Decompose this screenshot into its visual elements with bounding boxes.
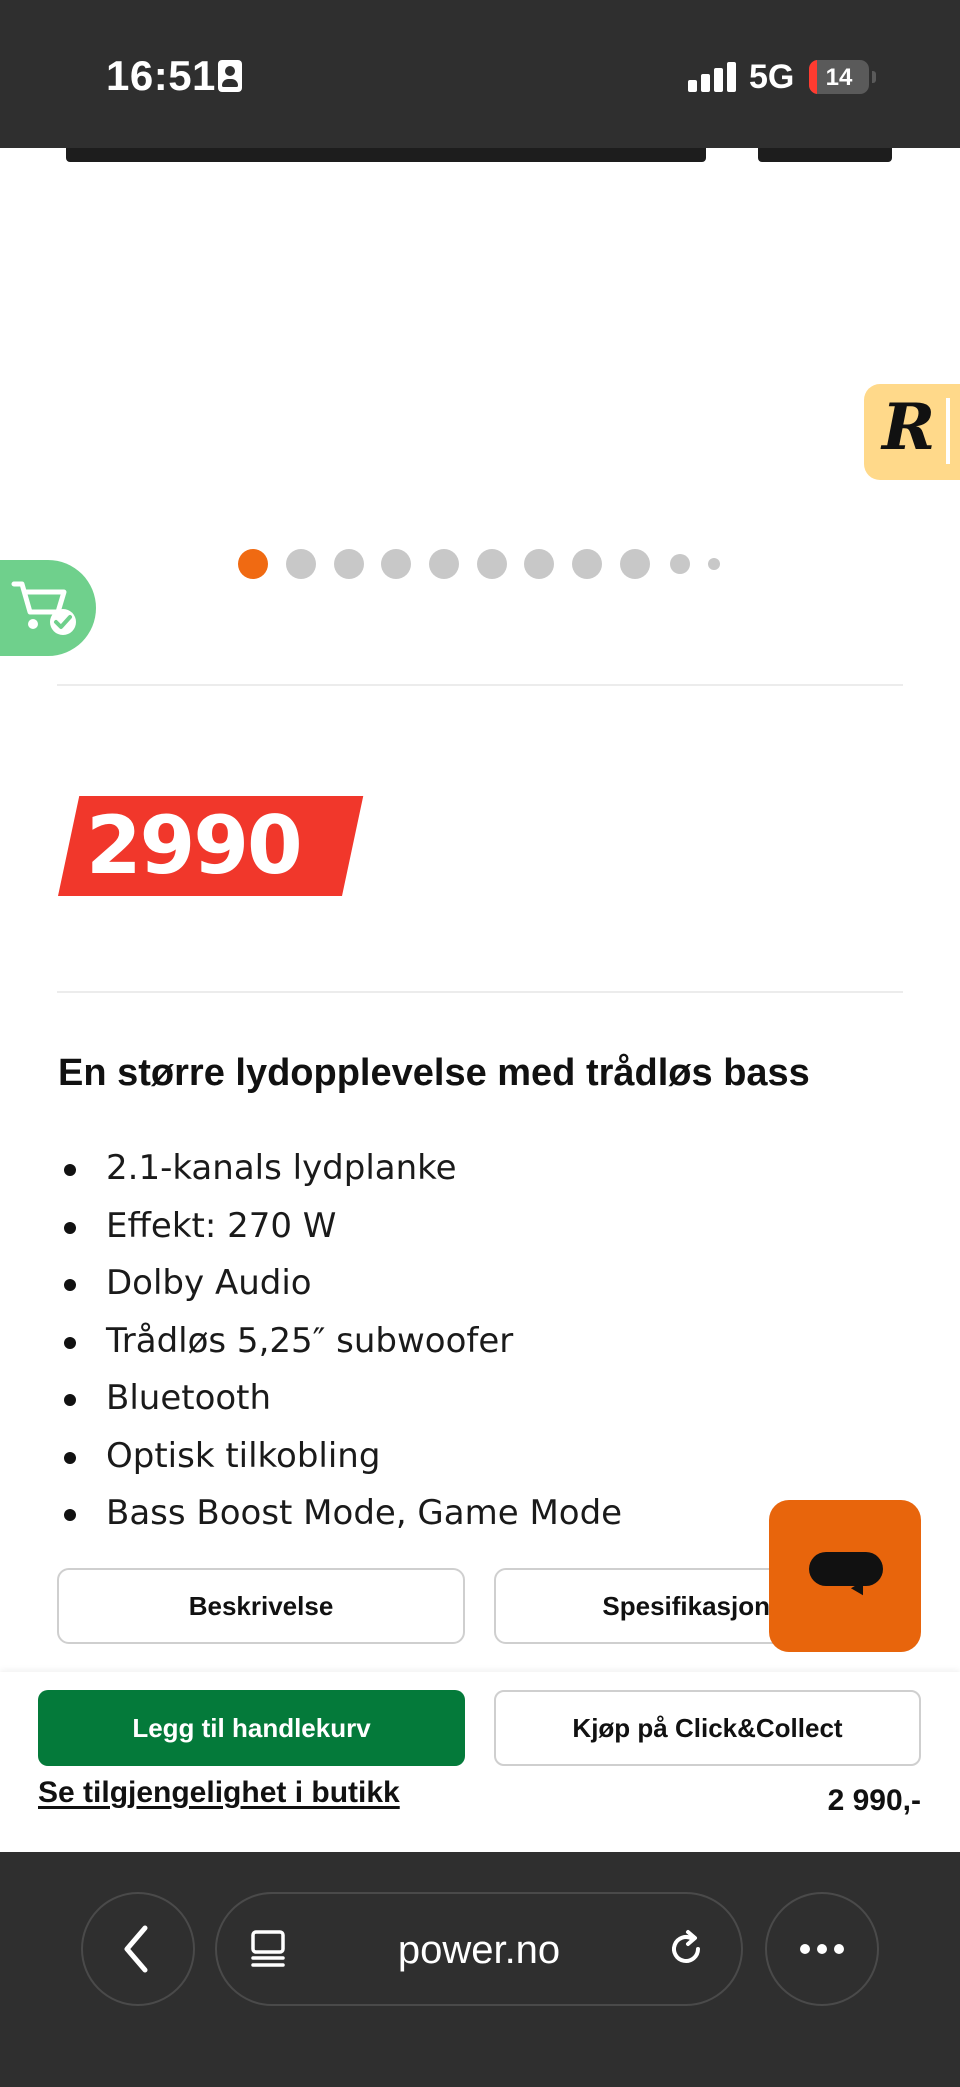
gallery-dot[interactable]	[238, 549, 268, 579]
gallery-dot[interactable]	[572, 549, 602, 579]
feature-item: Bluetooth	[58, 1370, 622, 1428]
chevron-left-icon	[124, 1925, 148, 1973]
click-collect-button[interactable]: Kjøp på Click&Collect	[494, 1690, 921, 1766]
battery-icon: 14	[809, 60, 869, 94]
feature-item: Effekt: 270 W	[58, 1198, 622, 1256]
gallery-dot[interactable]	[334, 549, 364, 579]
feature-item: 2.1-kanals lydplanke	[58, 1140, 622, 1198]
gallery-dot[interactable]	[477, 549, 507, 579]
gallery-dot[interactable]	[429, 549, 459, 579]
more-button[interactable]	[765, 1892, 879, 2006]
reload-icon	[672, 1930, 700, 1963]
sticky-purchase-bar: Legg til handlekurv Kjøp på Click&Collec…	[0, 1672, 960, 1852]
gallery-dot[interactable]	[708, 558, 720, 570]
sticky-price: 2 990,-	[827, 1784, 921, 1817]
feature-item: Optisk tilkobling	[58, 1428, 622, 1486]
feature-item: Trådløs 5,25″ subwoofer	[58, 1313, 622, 1371]
signal-strength-icon	[688, 62, 736, 92]
r-logo-icon[interactable]: R	[864, 384, 960, 480]
tab-description[interactable]: Beskrivelse	[57, 1568, 465, 1644]
price-badge-value: 2990	[86, 799, 303, 892]
gallery-dot[interactable]	[524, 549, 554, 579]
back-button[interactable]	[81, 1892, 195, 2006]
chat-button[interactable]	[769, 1500, 921, 1652]
browser-toolbar: power.no	[0, 1852, 960, 2087]
status-time: 16:51	[106, 52, 216, 99]
divider	[57, 991, 903, 993]
person-id-icon	[218, 60, 242, 92]
gallery-dot[interactable]	[381, 549, 411, 579]
cart-check-button[interactable]	[0, 560, 96, 656]
status-bar: 16:51 5G 14	[0, 0, 960, 148]
cart-check-icon	[11, 581, 76, 635]
battery-level: 14	[825, 64, 853, 91]
product-image-main[interactable]	[66, 148, 706, 162]
product-image-next[interactable]	[758, 148, 892, 162]
add-to-cart-button[interactable]: Legg til handlekurv	[38, 1690, 465, 1766]
gallery-dot[interactable]	[670, 554, 690, 574]
feature-item: Bass Boost Mode, Game Mode	[58, 1485, 622, 1543]
address-bar[interactable]: power.no	[215, 1892, 743, 2006]
gallery-dot[interactable]	[286, 549, 316, 579]
feature-list: 2.1-kanals lydplanke Effekt: 270 W Dolby…	[58, 1140, 622, 1543]
feature-item: Dolby Audio	[58, 1255, 622, 1313]
battery-tip	[872, 71, 876, 83]
store-availability-link[interactable]: Se tilgjengelighet i butikk	[38, 1776, 400, 1810]
more-dots-icon	[800, 1944, 844, 1954]
price-badge: 2990	[58, 796, 364, 896]
network-type: 5G	[749, 58, 795, 96]
gallery-pagination	[238, 548, 738, 580]
gallery-dot[interactable]	[620, 549, 650, 579]
product-heading: En større lydopplevelse med trådløs bass	[58, 1052, 810, 1094]
divider	[57, 684, 903, 686]
